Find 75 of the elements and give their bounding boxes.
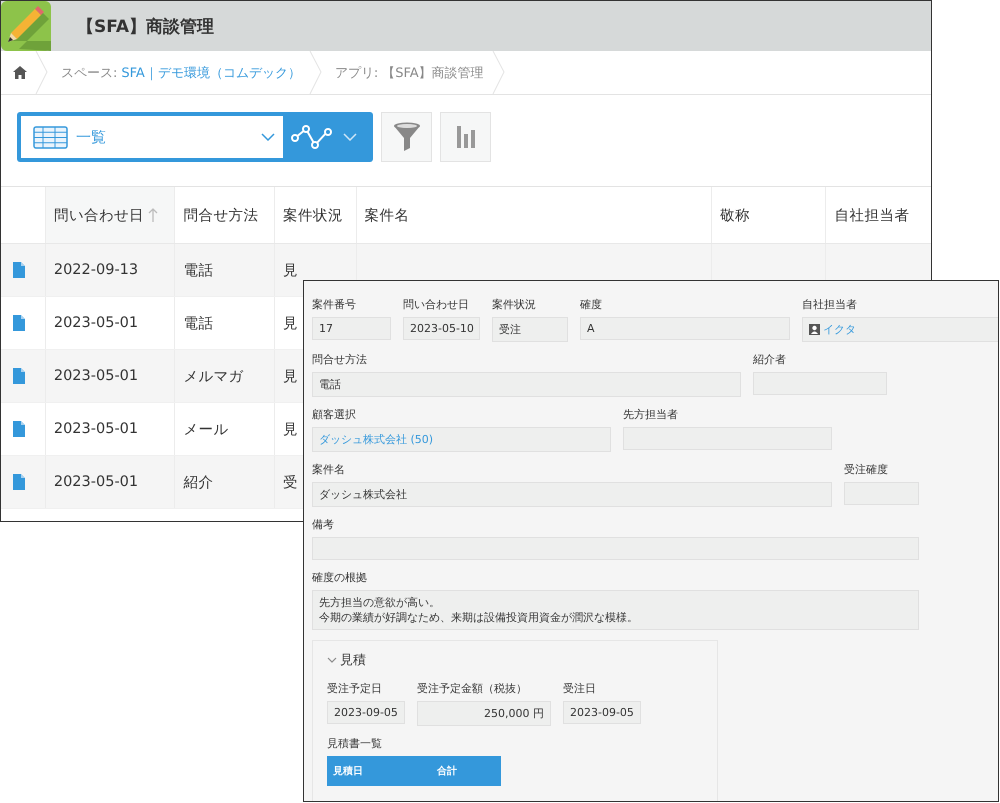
table-cell-text: 電話 [183, 262, 214, 280]
field-label: 自社担当者 [802, 297, 858, 313]
field-label: 顧客選択 [312, 407, 357, 423]
breadcrumb-label: スペース: [61, 64, 118, 82]
column-header: 合計 [436, 764, 458, 778]
breadcrumb-label: アプリ: [334, 64, 378, 82]
chevron-down-icon [343, 133, 357, 141]
column-header: 見積日 [332, 764, 364, 778]
table-cell-text: 電話 [183, 314, 214, 332]
column-header[interactable]: 問合せ方法 [175, 187, 275, 243]
table-cell: 2023-05-01 [54, 421, 138, 437]
field-label: 確度 [580, 297, 603, 313]
field-label: 案件状況 [492, 297, 537, 313]
field-label: 受注日 [563, 681, 597, 697]
value-text: 2023-09-05 [570, 706, 634, 719]
value-text: 2023-05-10 [410, 322, 474, 335]
user-icon [809, 324, 820, 335]
table-cell: 2023-05-01 [54, 474, 138, 490]
home-icon [13, 66, 27, 79]
field-label: 受注予定日 [327, 681, 383, 697]
table-cell: 2022-09-13 [54, 262, 138, 278]
table-cell-text: メール [183, 420, 228, 438]
field-label: 紹介者 [753, 352, 787, 368]
line-chart-icon [291, 124, 335, 150]
value-text: 電話 [319, 377, 341, 392]
filter-button[interactable] [381, 112, 432, 162]
table-cell-text: 紹介 [183, 474, 214, 492]
home-link[interactable] [13, 66, 27, 79]
app-title: 【SFA】商談管理 [77, 16, 214, 38]
field-label: 問い合わせ日 [403, 297, 470, 313]
table-cell-text: 見 [282, 420, 298, 438]
table-cell-text: 受 [282, 474, 298, 492]
chart-button[interactable] [440, 112, 491, 162]
document-icon [13, 421, 25, 437]
breadcrumb-current: 【SFA】商談管理 [382, 64, 484, 82]
column-header[interactable]: 問い合わせ日 [46, 187, 176, 243]
value-text: 17 [319, 322, 333, 335]
chevron-down-icon [261, 133, 275, 141]
column-header[interactable]: 自社担当者 [826, 187, 931, 243]
value-text: 2023-09-05 [334, 706, 398, 719]
table-cell: 2023-05-01 [54, 315, 138, 331]
table-icon [33, 126, 68, 148]
group-toggle[interactable]: 見積 [327, 651, 366, 669]
value-text: 受注 [499, 322, 521, 337]
document-icon [13, 315, 25, 331]
sort-up-icon [148, 208, 158, 222]
bar-chart-icon [456, 126, 476, 148]
column-header[interactable]: 敬称 [712, 187, 826, 243]
value-text: 250,000 円 [484, 706, 544, 721]
table-cell-text: メルマガ [183, 368, 244, 386]
field-label: 受注確度 [844, 462, 889, 478]
table-cell-text: 見 [282, 262, 298, 280]
field-label: 確度の根拠 [312, 570, 368, 586]
field-label: 案件名 [312, 462, 346, 478]
column-header[interactable]: 案件名 [356, 187, 712, 243]
chevron-down-icon [327, 655, 337, 665]
value-text: ダッシュ株式会社 [319, 487, 407, 502]
table-cell: 2023-05-01 [54, 368, 138, 384]
document-icon [13, 368, 25, 384]
view-select-value: 一覧 [76, 128, 107, 146]
field-label: 受注予定金額（税抜） [417, 681, 528, 697]
value-text: 先方担当の意欲が高い。 [319, 595, 440, 610]
filter-icon [392, 122, 420, 152]
field-label: 問合せ方法 [312, 352, 368, 368]
document-icon [13, 474, 25, 490]
table-cell-text: 見 [282, 314, 298, 332]
document-icon [13, 262, 25, 278]
field-label: 案件番号 [312, 297, 357, 313]
value-text: 今期の業績が好調なため、来期は設備投資用資金が潤沢な模様。 [319, 610, 638, 625]
field-label: 見積書一覧 [327, 736, 383, 752]
field-label: 先方担当者 [623, 407, 679, 423]
table-cell-text: 見 [282, 368, 298, 386]
value-text: A [587, 322, 595, 335]
field-label: 備考 [312, 517, 335, 533]
column-header[interactable]: 案件状況 [274, 187, 357, 243]
